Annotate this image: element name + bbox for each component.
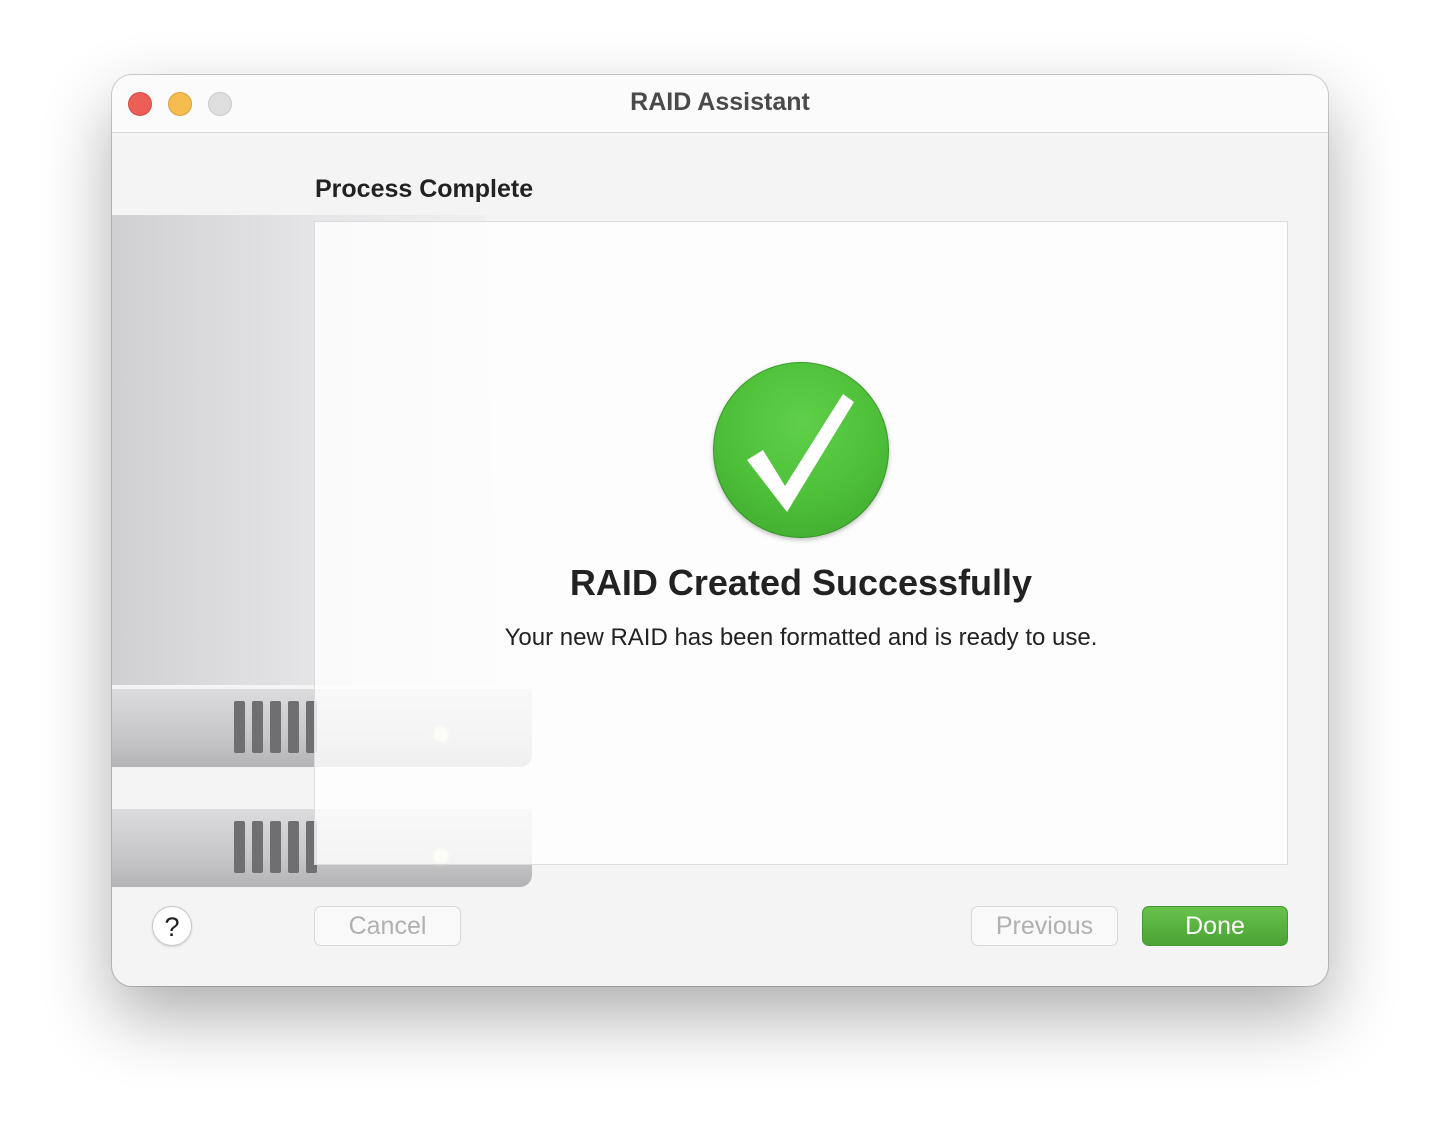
raid-assistant-window: RAID Assistant Process Complete RAID Cre… [112, 75, 1328, 986]
result-message: Your new RAID has been formatted and is … [504, 624, 1098, 651]
cancel-button[interactable]: Cancel [314, 906, 461, 946]
window-title: RAID Assistant [630, 88, 810, 116]
title-bar: RAID Assistant [112, 75, 1328, 133]
done-button[interactable]: Done [1142, 906, 1288, 946]
result-panel: RAID Created Successfully Your new RAID … [314, 221, 1288, 865]
checkmark-circle-icon [713, 362, 889, 538]
section-title: Process Complete [315, 175, 534, 203]
result-headline: RAID Created Successfully [569, 562, 1033, 603]
help-button[interactable]: ? [152, 906, 192, 946]
previous-button[interactable]: Previous [971, 906, 1118, 946]
